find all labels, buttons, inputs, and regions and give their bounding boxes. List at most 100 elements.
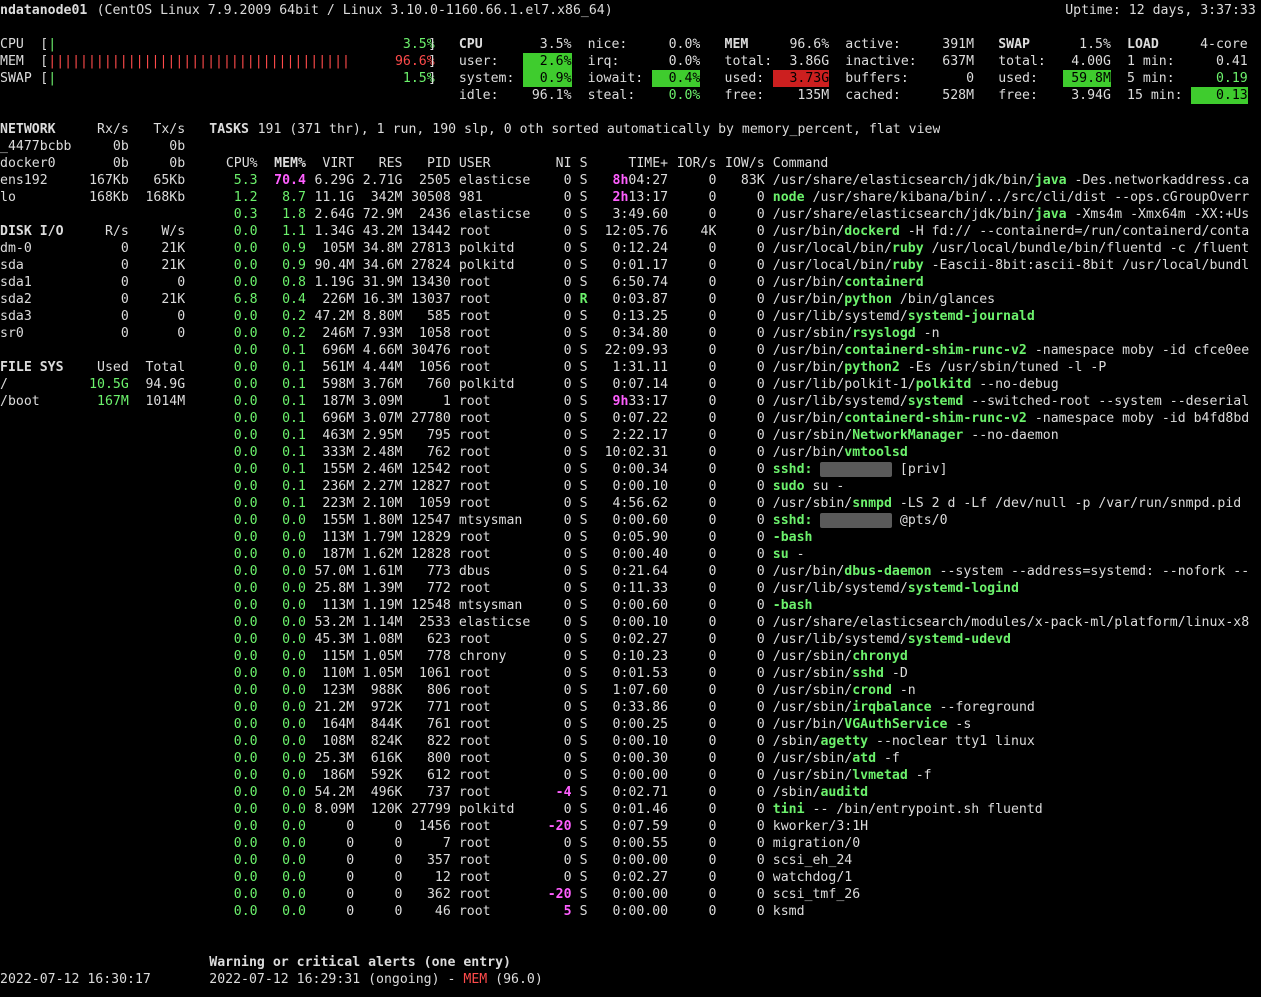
proc-command-name: su — [772, 547, 789, 562]
cpu-irq: 0.0% — [668, 54, 701, 69]
proc-command-name: rsyslogd — [852, 326, 916, 341]
proc-command-name: agetty — [820, 734, 869, 749]
proc-command: sudo su - — [773, 478, 1256, 495]
proc-virt: 463M — [322, 428, 355, 443]
proc-virt: 57.0M — [314, 564, 355, 579]
proc-time-value: 0:01.53 — [612, 666, 669, 681]
proc-status: S — [579, 241, 588, 256]
proc-command-name: java — [1034, 173, 1067, 188]
proc-command: /usr/sbin/chronyd — [773, 648, 1256, 665]
proc-io-write: 0 — [756, 666, 765, 681]
proc-mem: 0.1 — [282, 428, 306, 443]
proc-cpu: 0.0 — [233, 309, 258, 324]
proc-command: /usr/bin/python /bin/glances — [773, 291, 1256, 308]
proc-cpu: 0.0 — [233, 819, 258, 834]
col-header-ior: IOR/s — [676, 156, 717, 171]
proc-status: S — [579, 853, 588, 868]
disk-read: 0 — [120, 275, 129, 290]
proc-mem: 0.0 — [282, 734, 306, 749]
proc-command-name: auditd — [820, 785, 869, 800]
proc-cpu: 0.0 — [233, 853, 258, 868]
proc-res: 0 — [394, 887, 403, 902]
proc-command-path: /usr/bin/ — [772, 411, 845, 426]
proc-pid: 623 — [426, 632, 451, 647]
proc-status: S — [579, 632, 588, 647]
proc-mem: 0.1 — [282, 343, 306, 358]
proc-command: /usr/bin/vmtoolsd — [773, 444, 1256, 461]
fs-total: 1014M — [145, 394, 186, 409]
proc-cpu: 0.0 — [233, 428, 258, 443]
proc-io-write: 0 — [756, 207, 765, 222]
proc-command: /usr/lib/systemd/systemd --switched-root… — [773, 393, 1256, 410]
proc-io-write: 0 — [756, 462, 765, 477]
proc-io-write: 0 — [756, 802, 765, 817]
process-row: 0.0 0.0 25.8M 1.39M 772 root 0 S 0:11.33 0 0/usr/l… — [0, 580, 1261, 597]
proc-user: chrony — [458, 649, 507, 664]
proc-pid: 12828 — [411, 547, 451, 562]
proc-status: S — [579, 785, 588, 800]
disk-read: 0 — [120, 309, 129, 324]
proc-virt: 696M — [322, 411, 355, 426]
proc-command-path: /usr/sbin/ — [772, 751, 853, 766]
bracket: ] — [428, 54, 437, 69]
proc-nice: 0 — [563, 258, 572, 273]
proc-mem: 0.1 — [282, 377, 306, 392]
proc-pid: 12548 — [411, 598, 451, 613]
col-header-res: RES — [378, 156, 403, 171]
proc-command-args: su - — [804, 479, 845, 494]
proc-command: kworker/3:1H — [773, 818, 1256, 835]
load-15min-label: 15 min: — [1127, 88, 1183, 103]
proc-time-value: 0:03.87 — [612, 292, 669, 307]
proc-user: root — [458, 496, 491, 511]
network-rx: 0b — [112, 156, 129, 171]
proc-res: 16.3M — [362, 292, 403, 307]
cpu-user: 2.6% — [523, 53, 572, 70]
proc-command-args: --no-daemon — [963, 428, 1059, 443]
proc-user: root — [458, 309, 491, 324]
proc-pid: 1456 — [419, 819, 451, 834]
proc-command-path: /usr/bin/ — [772, 343, 845, 358]
proc-mem: 0.9 — [282, 258, 306, 273]
proc-pid: 2436 — [419, 207, 451, 222]
mem-free-label: free: — [724, 88, 765, 103]
proc-command-name: snmpd — [852, 496, 892, 511]
network-rx: 168Kb — [89, 190, 129, 205]
proc-io-read: 0 — [708, 870, 717, 885]
proc-virt: 47.2M — [314, 309, 355, 324]
proc-cpu: 0.0 — [233, 700, 258, 715]
proc-user: root — [458, 428, 491, 443]
proc-command-name: systemd-udevd — [907, 632, 1011, 647]
proc-mem: 0.0 — [282, 904, 306, 919]
proc-pid: 778 — [426, 649, 451, 664]
proc-io-write: 0 — [756, 683, 765, 698]
proc-pid: 13430 — [411, 275, 451, 290]
proc-time-value: 0:00.10 — [612, 734, 669, 749]
proc-user: 981 — [458, 190, 483, 205]
disk-read: 0 — [120, 241, 129, 256]
proc-pid: 760 — [426, 377, 451, 392]
proc-command: /usr/bin/python2 -Es /usr/sbin/tuned -l … — [773, 359, 1256, 376]
proc-pid: 13037 — [411, 292, 451, 307]
proc-io-write: 0 — [756, 292, 765, 307]
proc-virt: 113M — [322, 598, 355, 613]
process-row: 0.0 0.0 8.09M 120K 27799 polkitd 0 S 0:01.46 0 0 ti… — [0, 801, 1261, 818]
proc-io-read: 0 — [708, 751, 717, 766]
process-row: sda3 0 0 0.0 0.2 47.2M 8.80M 585 root 0 S 0:13.25 0 0… — [0, 308, 1261, 325]
proc-mem: 0.0 — [282, 666, 306, 681]
col-header-time: TIME+ — [628, 156, 669, 171]
proc-command: /usr/bin/dockerd -H fd:// --containerd=/… — [773, 223, 1256, 240]
proc-command-args: -- /bin/entrypoint.sh fluentd — [804, 802, 1043, 817]
proc-status: S — [579, 513, 588, 528]
mem-quicklook-bar: |||||||||||||||||||||||||||||||||||||| — [48, 54, 350, 69]
proc-virt: 110M — [322, 666, 355, 681]
proc-command-path: /usr/sbin/ — [772, 768, 853, 783]
proc-mem: 0.0 — [282, 836, 306, 851]
proc-nice: 0 — [563, 700, 572, 715]
proc-cpu: 0.0 — [233, 343, 258, 358]
proc-pid: 27780 — [411, 411, 451, 426]
proc-user: elasticse — [458, 173, 531, 188]
proc-time: 0:12.24 — [596, 240, 669, 257]
alert-entry-type: MEM — [463, 972, 488, 987]
proc-virt: 123M — [322, 683, 355, 698]
